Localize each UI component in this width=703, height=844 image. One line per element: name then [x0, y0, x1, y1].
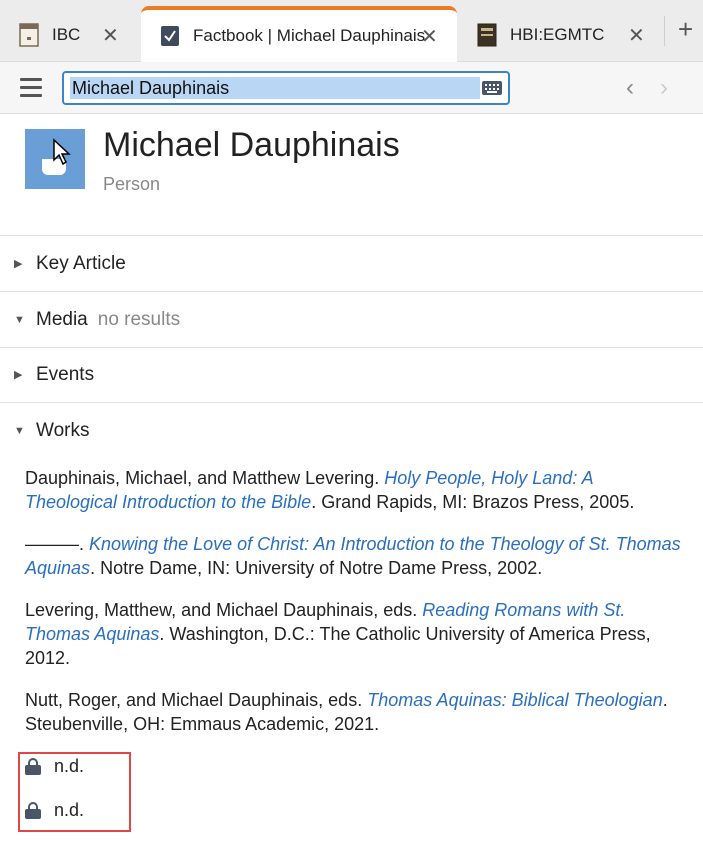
expand-arrow-icon: ▶	[14, 369, 23, 381]
section-label: Media	[36, 308, 88, 330]
page-title: Michael Dauphinais	[103, 126, 400, 164]
list-item: Levering, Matthew, and Michael Dauphinai…	[25, 600, 651, 668]
highlight-annotation	[18, 752, 131, 832]
list-item: ———. Knowing the Love of Christ: An Intr…	[25, 534, 681, 578]
collapse-arrow-icon: ▼	[14, 313, 25, 326]
search-box[interactable]	[62, 71, 510, 105]
section-label: Key Article	[36, 252, 126, 274]
section-label: Works	[36, 420, 90, 441]
factbook-icon	[159, 24, 181, 48]
work-title-link[interactable]: Thomas Aquinas: Biblical Theologian	[367, 690, 663, 710]
forward-button[interactable]: ›	[660, 74, 668, 102]
collapse-arrow-icon: ▼	[14, 425, 25, 437]
close-icon[interactable]: ✕	[102, 23, 119, 48]
close-icon[interactable]: ✕	[628, 23, 645, 48]
tab-label: HBI:EGMTC	[510, 25, 605, 44]
list-item: Nutt, Roger, and Michael Dauphinais, eds…	[25, 690, 668, 734]
close-icon[interactable]: ✕	[421, 24, 438, 49]
works-list: Dauphinais, Michael, and Matthew Leverin…	[25, 466, 685, 754]
toolbar: ‹ ›	[0, 62, 703, 114]
tab-factbook[interactable]: Factbook | Michael Dauphinais ✕	[141, 6, 457, 62]
tab-label: IBC	[52, 25, 81, 44]
book-icon	[476, 23, 498, 47]
tab-divider	[664, 16, 665, 46]
expand-arrow-icon: ▶	[14, 258, 23, 270]
add-tab-button[interactable]: +	[678, 14, 693, 45]
back-button[interactable]: ‹	[626, 74, 634, 102]
tab-hbi-egmtc[interactable]: HBI:EGMTC ✕	[458, 8, 664, 62]
section-key-article[interactable]: ▶ Key Article	[0, 236, 703, 292]
section-events[interactable]: ▶ Events	[0, 347, 703, 403]
section-label: Events	[36, 363, 95, 385]
section-note: no results	[97, 308, 181, 330]
article-header: Michael Dauphinais Person	[0, 114, 703, 236]
book-icon	[18, 23, 40, 47]
mouse-cursor-icon	[53, 138, 71, 166]
search-input[interactable]	[70, 77, 480, 99]
entity-type: Person	[103, 174, 161, 194]
hamburger-menu-icon[interactable]	[20, 78, 42, 98]
keyboard-icon[interactable]	[482, 81, 502, 95]
list-item: Dauphinais, Michael, and Matthew Leverin…	[25, 468, 635, 512]
section-media[interactable]: ▼ Media no results	[0, 292, 703, 348]
tab-ibc[interactable]: IBC ✕	[0, 8, 140, 62]
section-works[interactable]: ▼ Works	[0, 403, 703, 459]
tab-label: Factbook | Michael Dauphinais	[193, 26, 426, 45]
tab-bar: IBC ✕ Factbook | Michael Dauphinais ✕ HB…	[0, 0, 703, 62]
